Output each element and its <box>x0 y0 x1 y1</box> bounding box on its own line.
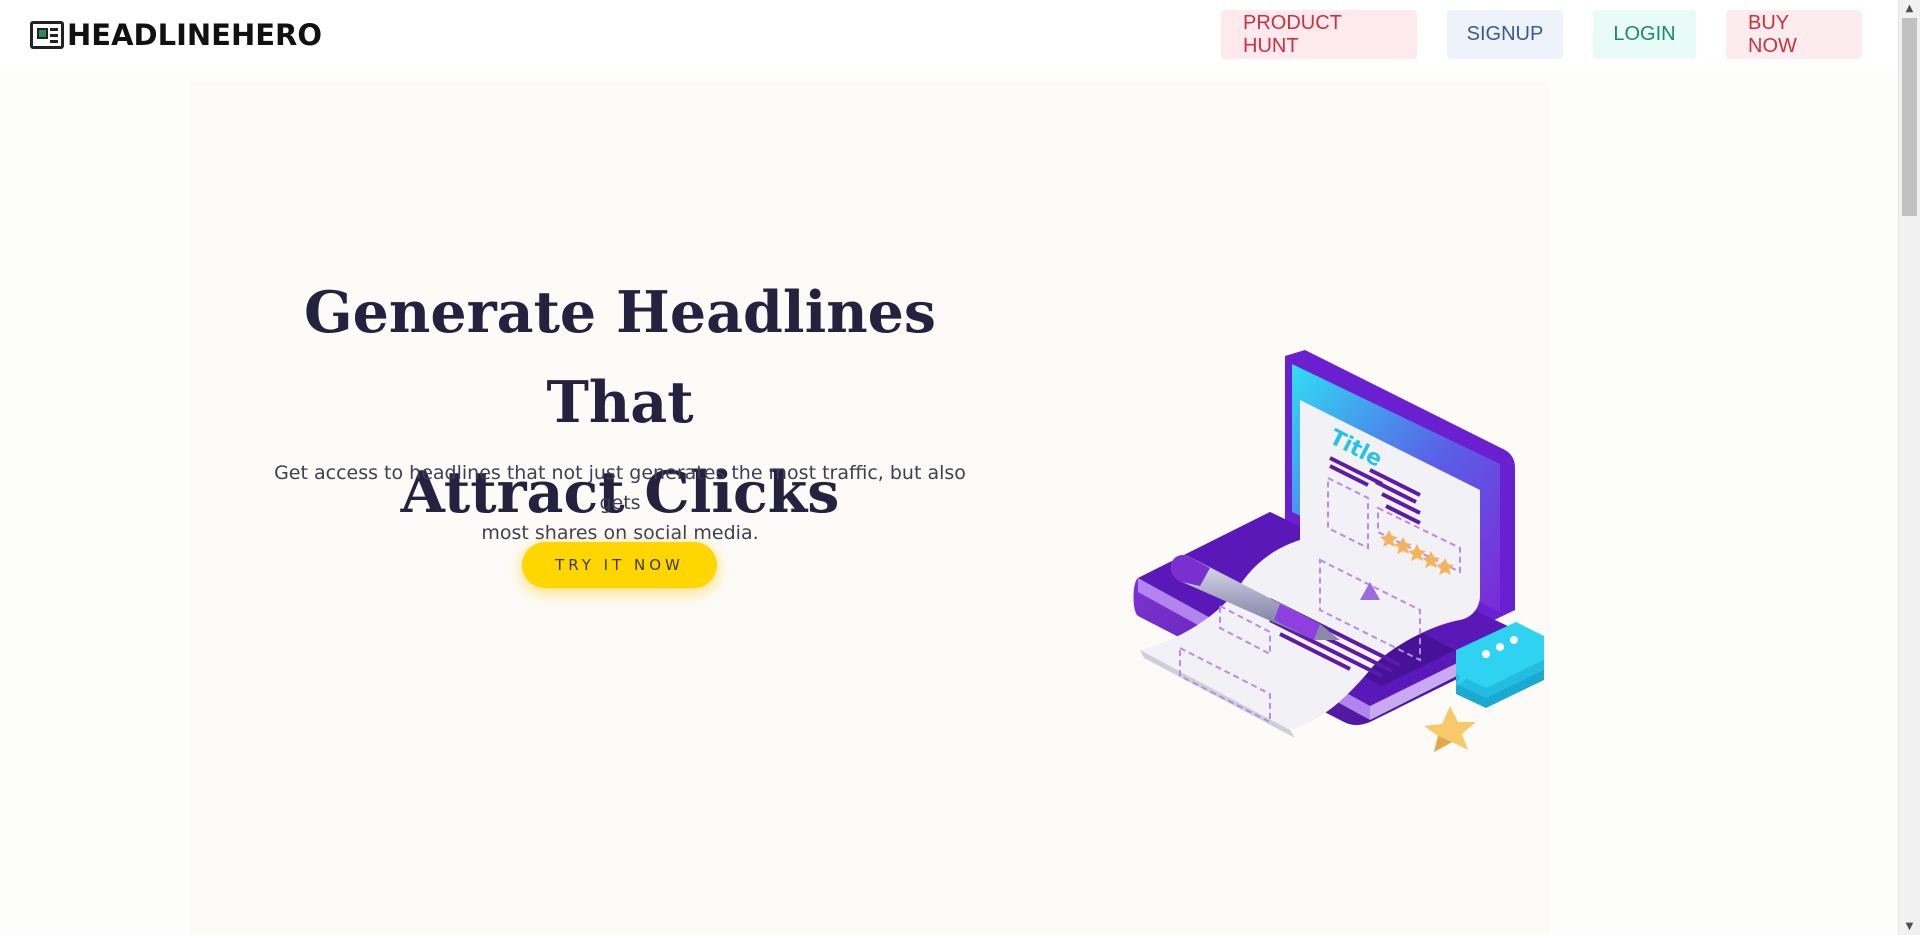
hero-illustration: Title <box>1133 350 1544 752</box>
newspaper-icon <box>30 21 64 49</box>
try-it-now-button[interactable]: TRY IT NOW <box>522 542 717 588</box>
signup-button[interactable]: SIGNUP <box>1447 10 1563 59</box>
scroll-down-icon[interactable]: ▼ <box>1899 918 1920 935</box>
top-header: HEADLINEHERO PRODUCT HUNT SIGNUP LOGIN B… <box>0 0 1898 70</box>
buy-now-button[interactable]: BUY NOW <box>1726 10 1862 59</box>
hero-title-line-1: Generate Headlines That <box>303 279 937 436</box>
product-hunt-button[interactable]: PRODUCT HUNT <box>1221 10 1417 59</box>
scroll-up-icon[interactable]: ▲ <box>1899 0 1920 17</box>
hero-subtitle-line-1: Get access to headlines that not just ge… <box>274 462 966 514</box>
hero-subtitle: Get access to headlines that not just ge… <box>255 458 985 548</box>
hero-subtitle-line-2: most shares on social media. <box>481 522 759 544</box>
logo-text: HEADLINEHERO <box>67 18 323 52</box>
top-nav: PRODUCT HUNT SIGNUP LOGIN BUY NOW <box>1221 10 1862 59</box>
star-icon <box>1424 706 1476 752</box>
scroll-thumb[interactable] <box>1902 18 1917 216</box>
page-scrollbar[interactable]: ▲ ▼ <box>1898 0 1920 935</box>
login-button[interactable]: LOGIN <box>1593 10 1696 59</box>
logo[interactable]: HEADLINEHERO <box>30 18 322 52</box>
